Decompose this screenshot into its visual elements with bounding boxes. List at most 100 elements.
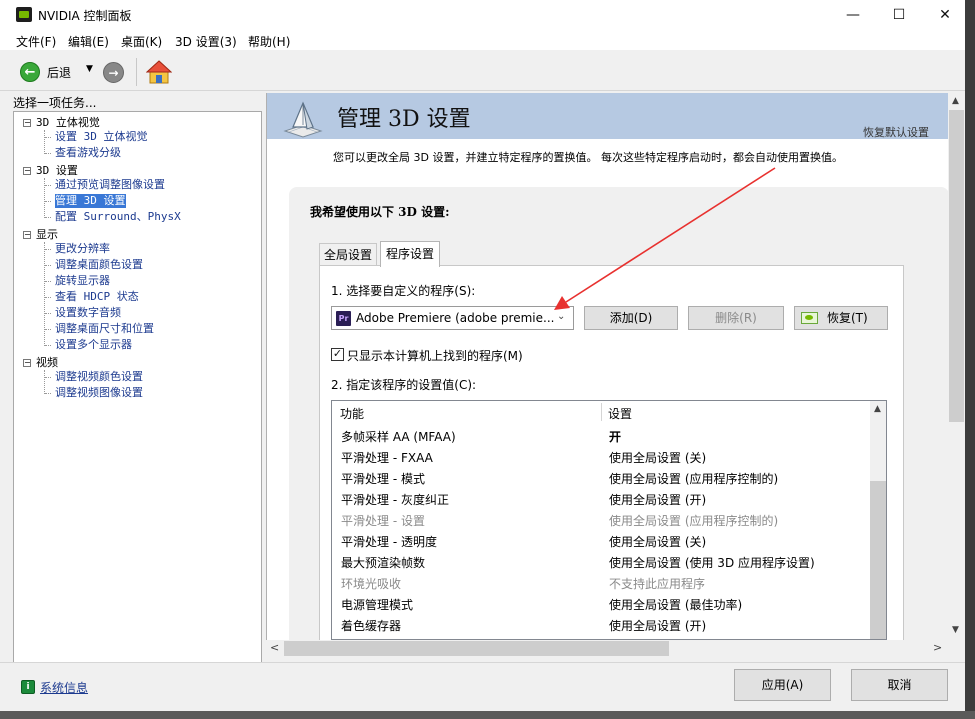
footer-separator: [0, 662, 975, 663]
program-select-value: Adobe Premiere (adobe premie...: [356, 311, 555, 325]
add-program-button[interactable]: 添加(D): [584, 306, 678, 330]
feature-cell[interactable]: 平滑处理 - 模式: [341, 470, 425, 487]
setting-cell[interactable]: 使用全局设置 (使用 3D 应用程序设置): [609, 554, 815, 571]
cancel-button[interactable]: 取消: [851, 669, 948, 701]
collapse-icon[interactable]: −: [23, 231, 31, 239]
feature-cell[interactable]: 环境光吸收: [341, 575, 401, 592]
content-horizontal-scrollbar[interactable]: < >: [266, 640, 948, 657]
close-button[interactable]: ✕: [922, 0, 968, 30]
feature-cell[interactable]: 平滑处理 - 灰度纠正: [341, 491, 449, 508]
minimize-button[interactable]: —: [830, 0, 876, 30]
column-header-feature[interactable]: 功能: [340, 405, 364, 422]
list-scrollbar[interactable]: ▲: [870, 401, 886, 639]
column-header-setting[interactable]: 设置: [608, 405, 632, 422]
feature-settings-list[interactable]: 功能 设置 多帧采样 AA (MFAA) 开平滑处理 - FXAA 使用全局设置 (…: [331, 400, 887, 640]
system-info-link[interactable]: 系统信息: [40, 679, 88, 696]
tree-item-surround-physx[interactable]: 配置 Surround、PhysX: [55, 210, 181, 224]
page-title: 管理 3D 设置: [337, 107, 471, 132]
remove-program-button[interactable]: 删除(R): [688, 306, 784, 330]
menu-edit[interactable]: 编辑(E): [68, 33, 109, 50]
horizontal-scroll-thumb[interactable]: [284, 641, 669, 656]
tree-item-preview-image-settings[interactable]: 通过预览调整图像设置: [55, 178, 165, 192]
vertical-scroll-thumb[interactable]: [949, 110, 964, 422]
scroll-up-icon[interactable]: ▲: [874, 404, 881, 414]
setting-cell[interactable]: 使用全局设置 (开): [609, 491, 706, 508]
tree-item-game-ratings[interactable]: 查看游戏分级: [55, 146, 121, 160]
tree-item-manage-3d-settings[interactable]: 管理 3D 设置: [55, 194, 126, 208]
setting-cell[interactable]: 使用全局设置 (开): [609, 617, 706, 634]
back-button-label[interactable]: 后退: [47, 64, 71, 81]
specify-settings-label: 2. 指定该程序的设置值(C):: [331, 378, 477, 392]
desktop-edge: [965, 0, 975, 719]
setting-cell[interactable]: 使用全局设置 (关): [609, 449, 706, 466]
tree-category-3d-settings[interactable]: 3D 设置: [36, 164, 78, 178]
program-select[interactable]: Pr Adobe Premiere (adobe premie... ⌄: [331, 306, 574, 330]
tree-item-rotate-display[interactable]: 旋转显示器: [55, 274, 110, 288]
title-bar: NVIDIA 控制面板 — ☐ ✕: [0, 0, 975, 30]
feature-cell[interactable]: 着色缓存器: [341, 617, 401, 634]
scroll-right-icon[interactable]: >: [933, 641, 942, 654]
back-history-dropdown-icon[interactable]: ▼: [86, 64, 93, 74]
desktop-bottom-edge: [0, 711, 975, 719]
home-icon[interactable]: [146, 59, 172, 85]
tree-item-hdcp-status[interactable]: 查看 HDCP 状态: [55, 290, 139, 304]
menu-desktop[interactable]: 桌面(K): [121, 33, 162, 50]
nvidia-control-panel-window: NVIDIA 控制面板 — ☐ ✕ 文件(F) 编辑(E) 桌面(K) 3D 设…: [0, 0, 975, 719]
system-info-icon[interactable]: i: [21, 680, 35, 694]
feature-cell[interactable]: 平滑处理 - FXAA: [341, 449, 433, 466]
column-separator[interactable]: [601, 403, 602, 421]
feature-cell[interactable]: 最大预渲染帧数: [341, 554, 425, 571]
restore-defaults-link[interactable]: 恢复默认设置: [863, 124, 929, 140]
setting-cell[interactable]: 使用全局设置 (应用程序控制的): [609, 470, 778, 487]
task-tree: − 3D 立体视觉 设置 3D 立体视觉 查看游戏分级 − 3D 设置 通过预览…: [13, 111, 262, 663]
select-program-label: 1. 选择要自定义的程序(S):: [331, 284, 476, 298]
scroll-left-icon[interactable]: <: [270, 641, 279, 654]
maximize-button[interactable]: ☐: [876, 0, 922, 30]
scroll-up-icon[interactable]: ▲: [952, 96, 959, 106]
tree-item-multiple-displays[interactable]: 设置多个显示器: [55, 338, 132, 352]
collapse-icon[interactable]: −: [23, 167, 31, 175]
collapse-icon[interactable]: −: [23, 119, 31, 127]
menu-file[interactable]: 文件(F): [16, 33, 56, 50]
tree-item-setup-stereo[interactable]: 设置 3D 立体视觉: [55, 130, 148, 144]
setting-cell[interactable]: 不支持此应用程序: [609, 575, 705, 592]
tree-item-change-resolution[interactable]: 更改分辨率: [55, 242, 110, 256]
tab-global-settings[interactable]: 全局设置: [319, 243, 378, 266]
show-only-found-checkbox[interactable]: ✓: [331, 348, 344, 361]
tree-category-3d-stereo[interactable]: 3D 立体视觉: [36, 116, 100, 130]
show-only-found-label[interactable]: 只显示本计算机上找到的程序(M): [347, 347, 523, 364]
tree-item-digital-audio[interactable]: 设置数字音频: [55, 306, 121, 320]
feature-cell[interactable]: 平滑处理 - 设置: [341, 512, 425, 529]
setting-cell[interactable]: 使用全局设置 (关): [609, 533, 706, 550]
setting-cell[interactable]: 使用全局设置 (应用程序控制的): [609, 512, 778, 529]
tree-item-video-color[interactable]: 调整视频颜色设置: [55, 370, 143, 384]
window-title: NVIDIA 控制面板: [38, 9, 132, 23]
forward-arrow-icon[interactable]: →: [103, 62, 124, 83]
setting-cell[interactable]: 开: [609, 428, 621, 445]
feature-cell[interactable]: 多帧采样 AA (MFAA): [341, 428, 456, 445]
tree-category-video[interactable]: 视频: [36, 356, 58, 370]
tab-program-settings[interactable]: 程序设置: [380, 241, 441, 267]
menu-3d-settings[interactable]: 3D 设置(3): [175, 33, 237, 50]
setting-cell[interactable]: 使用全局设置 (最佳功率): [609, 596, 742, 613]
tree-item-desktop-color[interactable]: 调整桌面颜色设置: [55, 258, 143, 272]
menu-help[interactable]: 帮助(H): [248, 33, 290, 50]
list-scroll-thumb[interactable]: [870, 481, 886, 639]
feature-cell[interactable]: 平滑处理 - 透明度: [341, 533, 437, 550]
collapse-icon[interactable]: −: [23, 359, 31, 367]
content-pane: 管理 3D 设置 恢复默认设置 您可以更改全局 3D 设置，并建立特定程序的置换…: [266, 93, 949, 640]
page-description: 您可以更改全局 3D 设置，并建立特定程序的置换值。 每次这些特定程序启动时，都…: [333, 151, 843, 164]
nvidia-app-icon: [16, 7, 32, 22]
apply-button[interactable]: 应用(A): [734, 669, 831, 701]
nvidia-restore-icon: [801, 312, 818, 324]
toolbar-separator: [136, 58, 137, 86]
back-arrow-icon[interactable]: ←: [20, 62, 40, 82]
chevron-down-icon: ⌄: [557, 311, 566, 322]
scroll-down-icon[interactable]: ▼: [952, 625, 959, 635]
content-vertical-scrollbar[interactable]: ▲ ▼: [948, 93, 965, 640]
restore-program-button[interactable]: 恢复(T): [794, 306, 888, 330]
tree-category-display[interactable]: 显示: [36, 228, 58, 242]
feature-cell[interactable]: 电源管理模式: [341, 596, 413, 613]
tree-item-desktop-size-position[interactable]: 调整桌面尺寸和位置: [55, 322, 154, 336]
tree-item-video-image[interactable]: 调整视频图像设置: [55, 386, 143, 400]
